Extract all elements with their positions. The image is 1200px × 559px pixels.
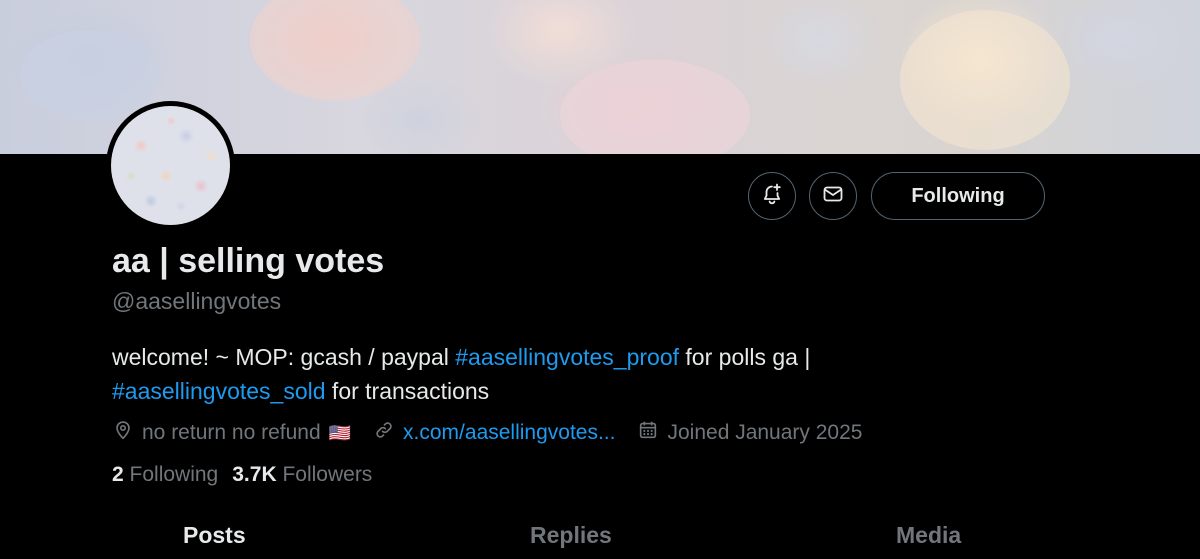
profile-tabs: Posts Replies Media <box>0 510 1200 559</box>
profile-joined: Joined January 2025 <box>637 419 862 447</box>
avatar[interactable] <box>106 101 235 230</box>
message-button[interactable] <box>809 172 857 220</box>
profile-meta: no return no refund 🇺🇸 x.com/aasellingvo… <box>112 418 884 448</box>
tab-posts[interactable]: Posts <box>183 522 246 549</box>
followers-label: Followers <box>282 463 373 486</box>
flag-emoji: 🇺🇸 <box>328 422 352 443</box>
location-pin-icon <box>112 419 142 447</box>
followers-count: 3.7K <box>232 463 277 486</box>
calendar-icon <box>637 419 667 447</box>
profile-website[interactable]: x.com/aasellingvotes... <box>373 419 615 447</box>
following-count: 2 <box>112 463 124 486</box>
following-button[interactable]: Following <box>871 172 1045 220</box>
joined-text: Joined January 2025 <box>667 421 863 444</box>
bio-text: welcome! ~ MOP: gcash / paypal <box>112 344 456 370</box>
following-count-link[interactable]: 2 Following <box>112 463 218 487</box>
hashtag-link[interactable]: #aasellingvotes_proof <box>455 344 679 370</box>
following-label: Following <box>129 463 219 486</box>
tab-replies[interactable]: Replies <box>530 522 612 549</box>
hashtag-link[interactable]: #aasellingvotes_sold <box>112 378 326 404</box>
location-text: no return no refund <box>142 421 321 444</box>
bio-text: for polls ga | <box>679 344 811 370</box>
link-icon <box>373 419 403 447</box>
profile-stats: 2 Following 3.7K Followers <box>112 463 386 487</box>
profile-page: Following aa | selling votes @aasellingv… <box>0 0 1200 559</box>
profile-bio: welcome! ~ MOP: gcash / paypal #aasellin… <box>112 340 1012 408</box>
bio-text: for transactions <box>325 378 490 404</box>
avatar-image <box>111 106 230 225</box>
tab-media[interactable]: Media <box>896 522 961 549</box>
followers-count-link[interactable]: 3.7K Followers <box>232 463 372 487</box>
notification-subscribe-button[interactable] <box>748 172 796 220</box>
website-link[interactable]: x.com/aasellingvotes... <box>403 421 615 445</box>
profile-handle: @aasellingvotes <box>112 288 282 314</box>
profile-location: no return no refund 🇺🇸 <box>112 419 351 447</box>
profile-display-name: aa | selling votes <box>112 242 385 280</box>
envelope-icon <box>821 182 845 211</box>
bell-plus-icon <box>760 182 784 211</box>
